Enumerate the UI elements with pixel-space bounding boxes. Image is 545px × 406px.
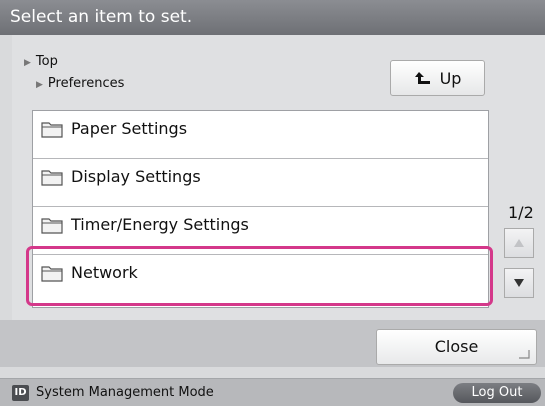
up-button[interactable]: Up xyxy=(390,60,485,96)
up-button-label: Up xyxy=(439,68,462,88)
close-button-label: Close xyxy=(434,337,479,356)
id-badge-icon: ID xyxy=(12,385,29,401)
folder-icon xyxy=(41,122,63,138)
close-button[interactable]: Close xyxy=(376,329,537,365)
scroll-down-button[interactable] xyxy=(504,268,534,298)
folder-icon xyxy=(41,170,63,186)
list-item-label: Paper Settings xyxy=(71,119,188,138)
scroll-up-button[interactable] xyxy=(504,228,534,258)
selection-highlight xyxy=(26,246,493,306)
list-item-paper-settings[interactable]: Paper Settings xyxy=(33,111,488,159)
list-item-display-settings[interactable]: Display Settings xyxy=(33,159,488,207)
status-bar: ID System Management Mode Log Out xyxy=(0,378,545,406)
breadcrumb-label-top: Top xyxy=(35,54,58,69)
screen-title: Select an item to set. xyxy=(10,7,193,27)
main-panel: ▶ Top ▶ Preferences Up Paper Settings Disp… xyxy=(12,35,545,320)
breadcrumb-item-top: ▶ Top xyxy=(24,53,124,72)
breadcrumb-item-preferences: ▶ Preferences xyxy=(24,75,124,94)
logout-button[interactable]: Log Out xyxy=(453,383,541,403)
breadcrumb-arrow-icon: ▶ xyxy=(24,58,31,68)
list-item-label: Timer/Energy Settings xyxy=(71,215,249,234)
list-item-label: Display Settings xyxy=(71,167,201,186)
screen-header: Select an item to set. xyxy=(0,0,545,35)
corner-grip-icon xyxy=(519,350,530,359)
breadcrumb: ▶ Top ▶ Preferences xyxy=(24,53,124,94)
up-arrow-icon xyxy=(414,72,430,84)
breadcrumb-label-preferences: Preferences xyxy=(47,76,125,91)
folder-icon xyxy=(41,218,63,234)
triangle-down-icon xyxy=(514,279,524,287)
triangle-up-icon xyxy=(514,239,524,247)
breadcrumb-arrow-icon: ▶ xyxy=(36,80,43,90)
page-indicator: 1/2 xyxy=(508,203,534,222)
mode-status-text: System Management Mode xyxy=(36,385,214,400)
